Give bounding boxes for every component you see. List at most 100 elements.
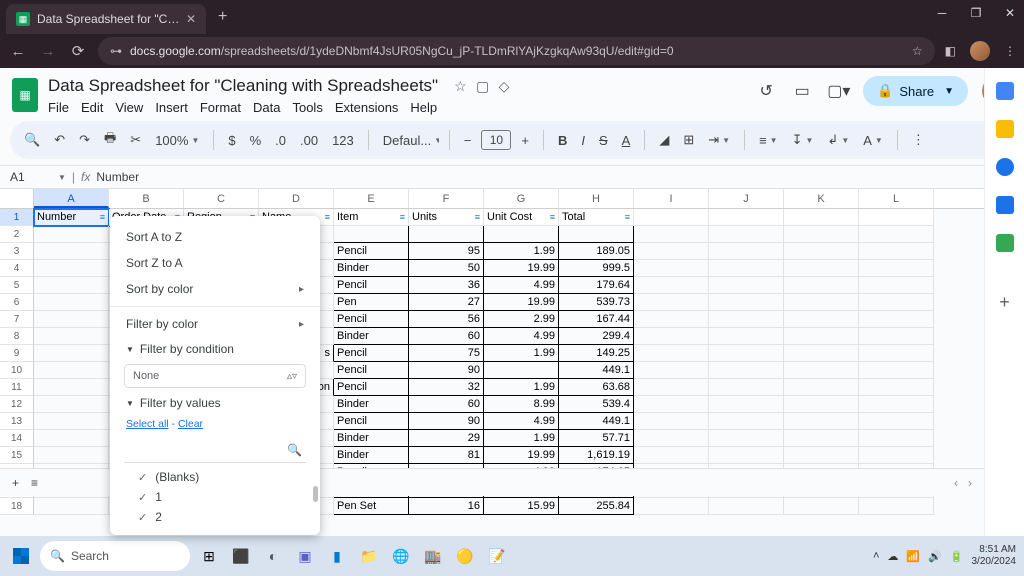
keep-icon[interactable] <box>996 120 1014 138</box>
cell[interactable] <box>634 498 709 515</box>
header-cell[interactable] <box>634 209 709 226</box>
cell[interactable] <box>634 362 709 379</box>
taskbar-app[interactable]: 🌐 <box>388 543 414 569</box>
cell[interactable] <box>34 447 109 464</box>
search-menus-icon[interactable]: 🔍 <box>20 129 44 151</box>
cell[interactable] <box>859 430 934 447</box>
cell[interactable] <box>784 243 859 260</box>
filter-value-item[interactable]: ✓(Blanks) <box>110 467 320 487</box>
filter-value-item[interactable]: ✓2 <box>110 507 320 527</box>
cell[interactable] <box>709 498 784 515</box>
cell[interactable] <box>634 277 709 294</box>
cell[interactable]: 57.71 <box>559 430 634 447</box>
header-cell[interactable] <box>859 209 934 226</box>
currency-icon[interactable]: $ <box>224 130 239 151</box>
cell[interactable]: 2.99 <box>484 311 559 328</box>
column-header[interactable]: D <box>259 189 334 208</box>
sort-az[interactable]: Sort A to Z <box>110 224 320 250</box>
cell[interactable]: Pen Set <box>334 498 409 515</box>
row-number[interactable]: 10 <box>0 362 34 379</box>
row-number[interactable]: 5 <box>0 277 34 294</box>
cell[interactable]: 8.99 <box>484 396 559 413</box>
cell[interactable]: 167.44 <box>559 311 634 328</box>
taskbar-app[interactable]: 📁 <box>356 543 382 569</box>
wrap-icon[interactable]: ↲▼ <box>823 129 853 151</box>
cell[interactable] <box>34 413 109 430</box>
tray-volume-icon[interactable]: 🔊 <box>928 550 942 563</box>
filter-scrollbar[interactable] <box>313 486 318 502</box>
filter-icon[interactable]: ≡ <box>400 209 405 225</box>
cell[interactable] <box>634 447 709 464</box>
cell[interactable]: 36 <box>409 277 484 294</box>
filter-search-input[interactable]: 🔍 <box>124 437 306 463</box>
new-tab-button[interactable]: + <box>218 8 227 26</box>
undo-icon[interactable]: ↶ <box>50 129 69 151</box>
cell[interactable] <box>34 328 109 345</box>
sort-za[interactable]: Sort Z to A <box>110 250 320 276</box>
sheets-logo-icon[interactable]: ▦ <box>12 78 38 112</box>
filter-icon[interactable]: ≡ <box>100 209 105 225</box>
menu-extensions[interactable]: Extensions <box>335 100 399 115</box>
cell[interactable] <box>709 226 784 243</box>
cell[interactable]: 449.1 <box>559 362 634 379</box>
cell[interactable]: 90 <box>409 413 484 430</box>
cell[interactable] <box>709 345 784 362</box>
cell[interactable]: 60 <box>409 328 484 345</box>
clear-link[interactable]: Clear <box>178 418 203 430</box>
cell[interactable]: 1.99 <box>484 345 559 362</box>
nav-back-icon[interactable]: ← <box>8 43 28 60</box>
row-number[interactable]: 2 <box>0 226 34 243</box>
extensions-icon[interactable]: ◧ <box>945 44 956 58</box>
row-number[interactable]: 4 <box>0 260 34 277</box>
increase-decimal-icon[interactable]: .00 <box>296 130 322 151</box>
cell[interactable] <box>634 430 709 447</box>
sheet-next-icon[interactable]: › <box>968 476 972 490</box>
cell[interactable]: 81 <box>409 447 484 464</box>
cell[interactable] <box>334 226 409 243</box>
formula-input[interactable]: Number <box>96 170 139 184</box>
cell[interactable] <box>784 396 859 413</box>
contacts-icon[interactable] <box>996 196 1014 214</box>
filter-value-item[interactable]: ✓1 <box>110 487 320 507</box>
cell[interactable] <box>859 447 934 464</box>
cell[interactable] <box>709 277 784 294</box>
row-number[interactable]: 14 <box>0 430 34 447</box>
cell[interactable]: 4.99 <box>484 413 559 430</box>
header-cell[interactable] <box>784 209 859 226</box>
window-close-icon[interactable]: ✕ <box>1002 6 1018 20</box>
row-number[interactable]: 11 <box>0 379 34 396</box>
cell[interactable] <box>784 498 859 515</box>
cell[interactable]: 32 <box>409 379 484 396</box>
text-color-icon[interactable]: A <box>618 130 635 151</box>
taskbar-app[interactable]: ⬛ <box>228 543 254 569</box>
cell[interactable] <box>859 226 934 243</box>
column-header[interactable]: H <box>559 189 634 208</box>
cell[interactable]: 15.99 <box>484 498 559 515</box>
cell[interactable] <box>34 277 109 294</box>
cell[interactable]: 16 <box>409 498 484 515</box>
cell[interactable]: Pencil <box>334 311 409 328</box>
cell[interactable]: 90 <box>409 362 484 379</box>
cell[interactable] <box>859 498 934 515</box>
cell[interactable]: Binder <box>334 430 409 447</box>
header-cell[interactable] <box>709 209 784 226</box>
cell[interactable] <box>859 328 934 345</box>
menu-tools[interactable]: Tools <box>292 100 322 115</box>
cell[interactable] <box>34 311 109 328</box>
tray-overflow-icon[interactable]: ˄ <box>873 550 879 562</box>
row-number[interactable]: 18 <box>0 498 34 515</box>
menu-help[interactable]: Help <box>410 100 437 115</box>
font-size-increase[interactable]: + <box>517 130 533 151</box>
cell[interactable] <box>859 345 934 362</box>
bookmark-star-icon[interactable]: ☆ <box>912 44 923 58</box>
cell[interactable]: Binder <box>334 328 409 345</box>
column-header[interactable]: C <box>184 189 259 208</box>
column-header[interactable]: A <box>34 189 109 208</box>
cell[interactable] <box>709 430 784 447</box>
filter-icon[interactable]: ≡ <box>475 209 480 225</box>
close-tab-icon[interactable]: ✕ <box>186 12 196 26</box>
cell[interactable]: 75 <box>409 345 484 362</box>
cloud-status-icon[interactable]: ◇ <box>499 78 510 94</box>
percent-icon[interactable]: % <box>246 130 266 151</box>
cell[interactable]: 4.99 <box>484 277 559 294</box>
